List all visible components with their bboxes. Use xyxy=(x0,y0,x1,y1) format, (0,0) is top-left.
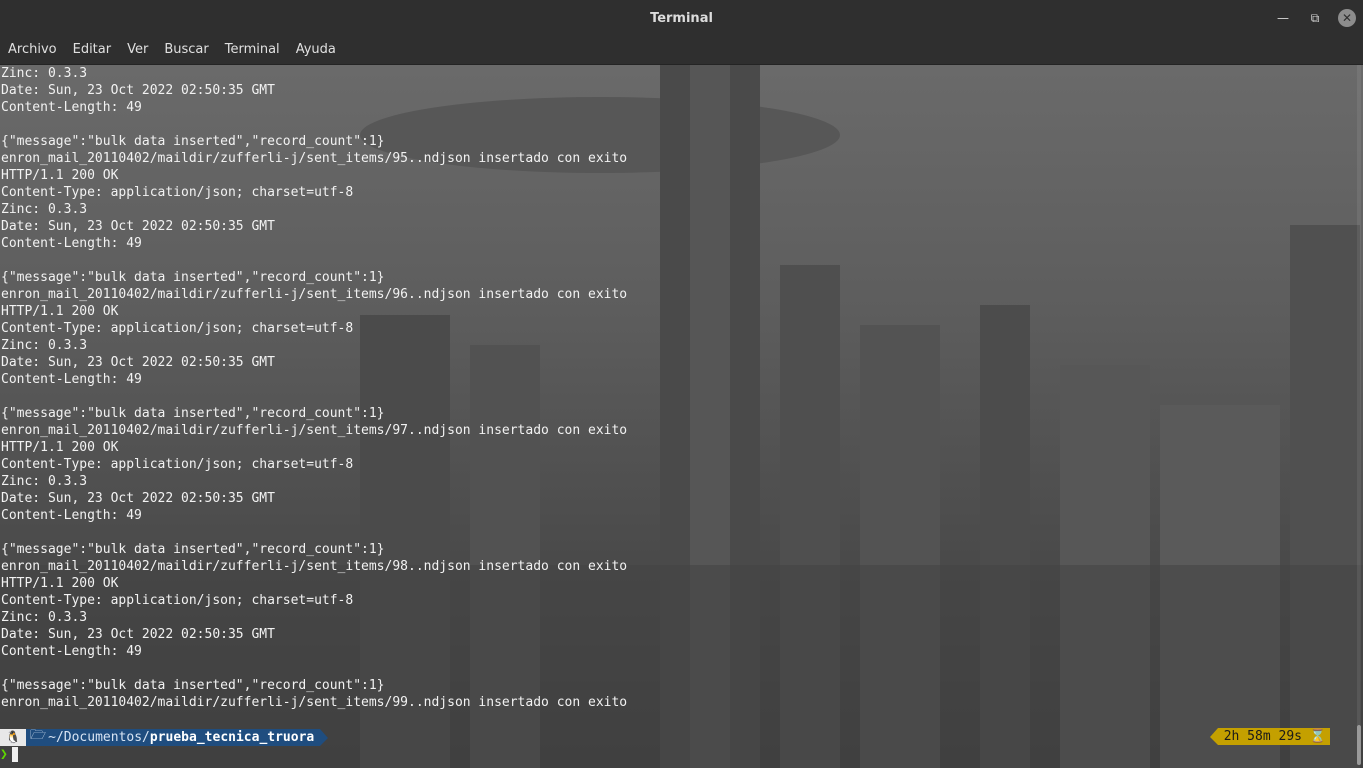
close-button[interactable]: ✕ xyxy=(1331,0,1363,36)
close-icon: ✕ xyxy=(1338,9,1356,27)
output-line: Zinc: 0.3.3 xyxy=(1,338,88,353)
output-line: HTTP/1.1 200 OK xyxy=(1,576,119,591)
output-line: Zinc: 0.3.3 xyxy=(1,202,88,217)
output-line: Zinc: 0.3.3 xyxy=(1,474,88,489)
output-line: HTTP/1.1 200 OK xyxy=(1,440,119,455)
prompt-chevron-icon: ❯ xyxy=(0,747,8,762)
output-line: {"message":"bulk data inserted","record_… xyxy=(1,134,385,149)
elapsed-time-segment: 2h 58m 29s ⌛ xyxy=(1209,728,1330,745)
output-line: Date: Sun, 23 Oct 2022 02:50:35 GMT xyxy=(1,219,275,234)
menu-ayuda[interactable]: Ayuda xyxy=(288,36,344,64)
output-line: enron_mail_20110402/maildir/zufferli-j/s… xyxy=(1,151,628,166)
output-line: Date: Sun, 23 Oct 2022 02:50:35 GMT xyxy=(1,627,275,642)
linux-penguin-icon: 🐧 xyxy=(0,728,26,746)
maximize-icon: ⧉ xyxy=(1310,10,1320,25)
text-cursor[interactable] xyxy=(12,747,18,762)
scrollbar-thumb[interactable] xyxy=(1357,725,1361,765)
output-line: Content-Length: 49 xyxy=(1,372,142,387)
output-line: Content-Type: application/json; charset=… xyxy=(1,321,354,336)
output-line: Date: Sun, 23 Oct 2022 02:50:35 GMT xyxy=(1,355,275,370)
minimize-button[interactable]: — xyxy=(1267,0,1299,36)
elapsed-time-text: 2h 58m 29s xyxy=(1223,729,1302,744)
output-line: Content-Length: 49 xyxy=(1,508,142,523)
path-prefix: ~/Documentos/ xyxy=(48,729,150,745)
window-title: Terminal xyxy=(650,10,713,26)
current-directory: 🗁 ~/Documentos/prueba_tecnica_truora xyxy=(26,728,321,746)
menu-bar: Archivo Editar Ver Buscar Terminal Ayuda xyxy=(0,36,1363,65)
hourglass-icon: ⌛ xyxy=(1301,729,1326,744)
output-line: enron_mail_20110402/maildir/zufferli-j/s… xyxy=(1,287,628,302)
window-controls: — ⧉ ✕ xyxy=(1267,0,1363,36)
output-line: {"message":"bulk data inserted","record_… xyxy=(1,406,385,421)
output-line: {"message":"bulk data inserted","record_… xyxy=(1,270,385,285)
title-bar[interactable]: Terminal — ⧉ ✕ xyxy=(0,0,1363,36)
terminal-window: Terminal — ⧉ ✕ Archivo Editar Ver Buscar… xyxy=(0,0,1363,768)
command-input-line[interactable]: ❯ xyxy=(0,746,18,763)
output-line: enron_mail_20110402/maildir/zufferli-j/s… xyxy=(1,559,628,574)
output-line: Content-Length: 49 xyxy=(1,644,142,659)
output-line: Content-Length: 49 xyxy=(1,100,142,115)
segment-separator xyxy=(320,728,329,746)
terminal-area[interactable]: Zinc: 0.3.3 Date: Sun, 23 Oct 2022 02:50:… xyxy=(0,65,1363,768)
menu-archivo[interactable]: Archivo xyxy=(0,36,65,64)
menu-editar[interactable]: Editar xyxy=(65,36,120,64)
segment-separator xyxy=(1209,728,1218,745)
terminal-output: Zinc: 0.3.3 Date: Sun, 23 Oct 2022 02:50:… xyxy=(1,65,627,711)
output-line: Content-Type: application/json; charset=… xyxy=(1,593,354,608)
output-line: Zinc: 0.3.3 xyxy=(1,610,88,625)
prompt-status-line: 🐧 🗁 ~/Documentos/prueba_tecnica_truora xyxy=(0,728,329,746)
menu-ver[interactable]: Ver xyxy=(119,36,156,64)
output-line: {"message":"bulk data inserted","record_… xyxy=(1,678,385,693)
output-line: HTTP/1.1 200 OK xyxy=(1,168,119,183)
minimize-icon: — xyxy=(1277,11,1289,25)
folder-open-icon: 🗁 xyxy=(30,728,47,743)
output-line: {"message":"bulk data inserted","record_… xyxy=(1,542,385,557)
menu-terminal[interactable]: Terminal xyxy=(217,36,288,64)
output-line: Content-Type: application/json; charset=… xyxy=(1,457,354,472)
menu-buscar[interactable]: Buscar xyxy=(156,36,216,64)
elapsed-time: 2h 58m 29s ⌛ xyxy=(1217,728,1330,745)
output-line: Content-Type: application/json; charset=… xyxy=(1,185,354,200)
output-line: HTTP/1.1 200 OK xyxy=(1,304,119,319)
output-line: enron_mail_20110402/maildir/zufferli-j/s… xyxy=(1,695,628,710)
scrollbar-track[interactable] xyxy=(1357,65,1361,725)
output-line: Zinc: 0.3.3 xyxy=(1,66,88,81)
output-line: Date: Sun, 23 Oct 2022 02:50:35 GMT xyxy=(1,83,275,98)
output-line: Content-Length: 49 xyxy=(1,236,142,251)
maximize-button[interactable]: ⧉ xyxy=(1299,0,1331,36)
path-current: prueba_tecnica_truora xyxy=(149,729,315,745)
output-line: enron_mail_20110402/maildir/zufferli-j/s… xyxy=(1,423,628,438)
output-line: Date: Sun, 23 Oct 2022 02:50:35 GMT xyxy=(1,491,275,506)
